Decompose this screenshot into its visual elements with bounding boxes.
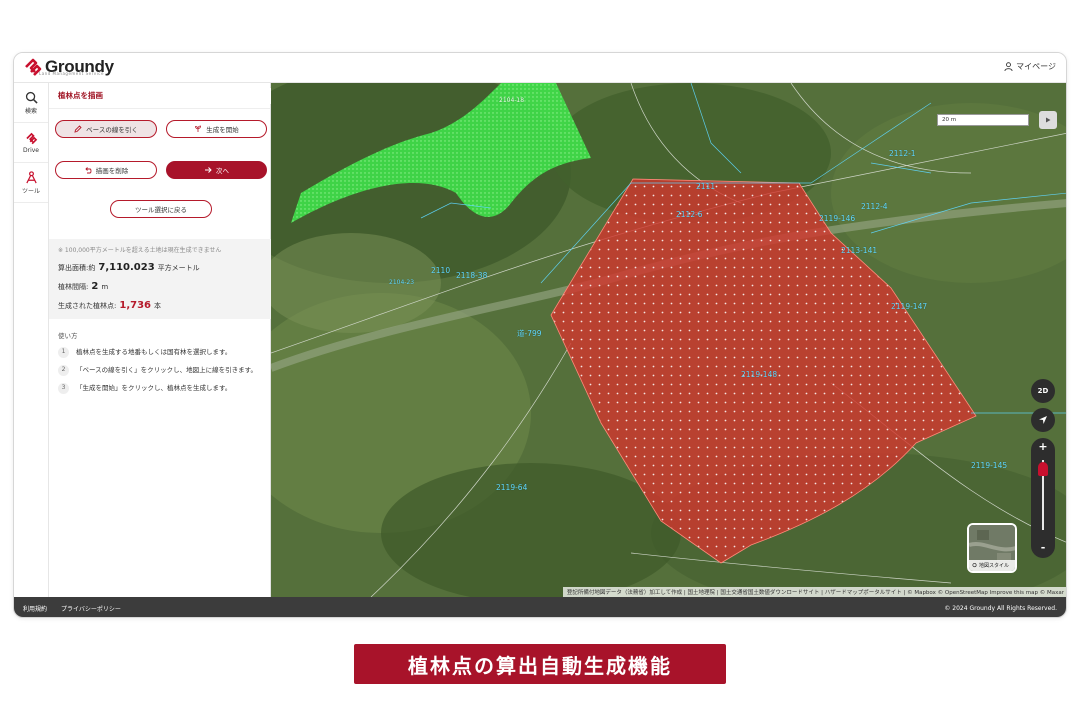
draw-base-line-button[interactable]: ベースの線を引く [55, 120, 157, 138]
logo-subtitle: Land Management Service [39, 71, 104, 76]
button-label: 生成を開始 [206, 126, 239, 134]
panel-header: 植林点を描画 [49, 83, 270, 109]
zoom-in-button[interactable]: + [1031, 440, 1055, 453]
terms-link[interactable]: 利用規約 [23, 606, 47, 613]
points-row: 生成された植林点: 1,736 本 [58, 300, 262, 311]
map-style-label: 地図スタイル [979, 563, 1010, 569]
rail-item-drive[interactable]: Drive [14, 123, 48, 163]
area-limit-note: ※ 100,000平方メートルを超える土地は現在生成できません [58, 247, 222, 254]
scale-bar: 20 m [937, 114, 1029, 126]
left-rail: 検索 Drive ツール [14, 83, 49, 597]
feature-caption-banner: 植林点の算出自動生成機能 [354, 644, 726, 684]
footer: 利用規約 プライバシーポリシー © 2024 Groundy All Right… [14, 597, 1066, 617]
interval-row: 植林間隔: 2 m [58, 281, 262, 292]
usage-section: 使い方 1 植林点を生成する地番もしくは国有林を選択します。 2 「ベースの線を… [58, 330, 263, 401]
button-label: 描画を削除 [95, 167, 129, 175]
parcel-label[interactable]: 2113-141 [841, 246, 877, 255]
points-value: 1,736 [119, 300, 151, 311]
pencil-icon [74, 125, 82, 133]
usage-step: 2 「ベースの線を引く」をクリックし、地図上に線を引きます。 [58, 365, 263, 376]
satellite-terrain [271, 83, 1066, 597]
zoom-slider-knob[interactable] [1038, 462, 1048, 476]
area-row: 算出面積:約 7,110.023 平方メートル [58, 262, 262, 273]
button-label: ツール選択に戻る [135, 206, 187, 214]
privacy-link[interactable]: プライバシーポリシー [61, 606, 121, 613]
road-label[interactable]: 道-799 [517, 328, 542, 339]
footer-links: 利用規約 プライバシーポリシー [23, 604, 133, 613]
back-to-tools-button[interactable]: ツール選択に戻る [110, 200, 212, 218]
top-bar: Groundy Land Management Service マイページ [14, 53, 1066, 83]
undo-icon [85, 167, 92, 174]
step-number: 3 [58, 383, 69, 394]
rail-label: 検索 [24, 107, 37, 115]
parcel-label[interactable]: 2111 [696, 182, 715, 191]
button-label: 次へ [216, 167, 229, 175]
sprout-icon [195, 125, 202, 132]
area-label: 算出面積:約 [58, 264, 96, 272]
play-icon [1046, 117, 1051, 123]
area-unit: 平方メートル [157, 264, 200, 272]
side-panel: 植林点を描画 ベースの線を引く 生成を開始 描画を削除 次へ ツール選択に戻る … [49, 83, 286, 597]
map-attribution: 登記所備付地図データ（法務省）加工して作成 | 国土地理院 | 国土交通省国土数… [562, 587, 1066, 597]
parcel-label[interactable]: 2119-147 [891, 302, 927, 311]
parcel-label[interactable]: 2104-18 [499, 97, 524, 104]
button-label: ベースの線を引く [86, 126, 138, 134]
map-style-button[interactable]: 地図スタイル [967, 523, 1017, 573]
step-number: 1 [58, 347, 69, 358]
mypage-link[interactable]: マイページ [1004, 61, 1056, 72]
user-icon [1004, 62, 1013, 71]
usage-step: 1 植林点を生成する地番もしくは国有林を選択します。 [58, 347, 263, 358]
view-mode-2d-button[interactable]: 2D [1031, 379, 1055, 403]
interval-unit: m [101, 283, 109, 291]
parcel-label[interactable]: 2119-146 [819, 214, 855, 223]
points-unit: 本 [154, 302, 161, 310]
parcel-label[interactable]: 2119-64 [496, 483, 527, 492]
step-text: 「ベースの線を引く」をクリックし、地図上に線を引きます。 [76, 366, 258, 374]
parcel-label[interactable]: 2119-145 [971, 461, 1007, 470]
next-button[interactable]: 次へ [166, 161, 267, 179]
map-style-label-row: 地図スタイル [969, 560, 1015, 571]
navigation-arrow-icon [1039, 416, 1047, 424]
rail-item-tool[interactable]: ツール [14, 163, 48, 203]
step-number: 2 [58, 365, 69, 376]
result-info-box: ※ 100,000平方メートルを超える土地は現在生成できません 算出面積:約 7… [49, 239, 271, 319]
arrow-right-icon [205, 167, 212, 173]
interval-value: 2 [91, 281, 99, 292]
map-view[interactable]: 2119-148 2119-147 2119-145 2119-146 2119… [271, 83, 1066, 597]
area-value: 7,110.023 [98, 262, 155, 273]
rail-label: ツール [21, 187, 40, 195]
rail-item-search[interactable]: 検索 [14, 83, 48, 123]
usage-heading: 使い方 [58, 332, 78, 340]
start-generation-button[interactable]: 生成を開始 [166, 120, 267, 138]
interval-label: 植林間隔: [58, 283, 89, 291]
panel-title: 植林点を描画 [58, 91, 103, 100]
parcel-label[interactable]: 2104-23 [389, 279, 414, 286]
location-pin-icon [972, 563, 977, 568]
zoom-control[interactable]: + - [1031, 438, 1055, 558]
parcel-label[interactable]: 2118-38 [456, 271, 487, 280]
delete-drawing-button[interactable]: 描画を削除 [55, 161, 157, 179]
step-text: 植林点を生成する地番もしくは国有林を選択します。 [76, 348, 232, 356]
points-label: 生成された植林点: [58, 302, 117, 310]
copyright: © 2024 Groundy All Rights Reserved. [944, 604, 1057, 612]
parcel-label[interactable]: 2119-148 [741, 370, 777, 379]
rail-label: Drive [23, 146, 39, 154]
parcel-label[interactable]: 2112-6 [676, 210, 703, 219]
drive-icon [25, 132, 37, 144]
zoom-out-button[interactable]: - [1031, 541, 1055, 554]
scale-toggle-button[interactable] [1039, 111, 1057, 129]
mypage-label: マイページ [1016, 62, 1056, 71]
app-window: Groundy Land Management Service マイページ 検索… [13, 52, 1067, 618]
parcel-label[interactable]: 2110 [431, 266, 450, 275]
search-icon [25, 91, 38, 104]
tool-icon [25, 170, 37, 183]
step-text: 「生成を開始」をクリックし、植林点を生成します。 [76, 384, 232, 392]
locate-button[interactable] [1031, 408, 1055, 432]
parcel-label[interactable]: 2112-1 [889, 149, 916, 158]
usage-step: 3 「生成を開始」をクリックし、植林点を生成します。 [58, 383, 263, 394]
parcel-label[interactable]: 2112-4 [861, 202, 888, 211]
